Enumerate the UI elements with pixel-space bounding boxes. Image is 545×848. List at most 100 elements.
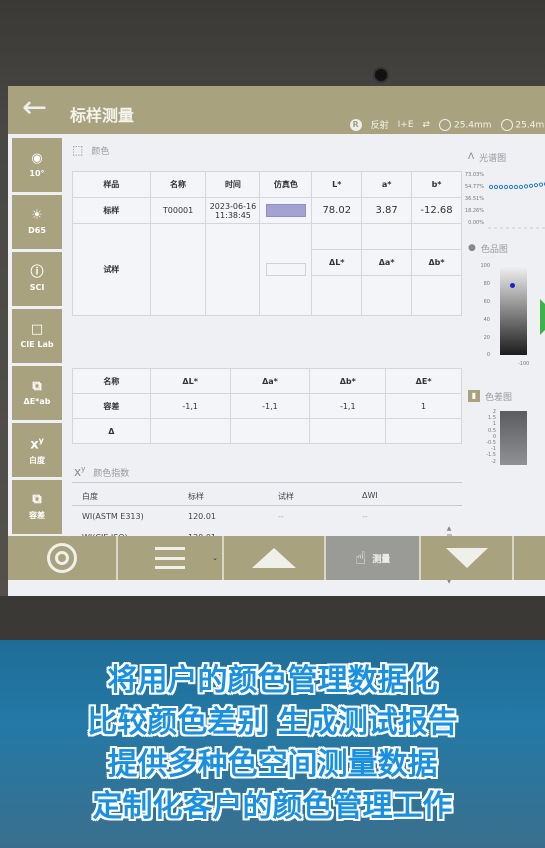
- header-cell: 时间: [205, 171, 261, 198]
- trial-row[interactable]: 试样: [72, 223, 462, 316]
- lightness-bar: [500, 265, 527, 355]
- arrow-down-icon: [445, 548, 488, 568]
- previous-button[interactable]: [224, 536, 325, 580]
- caption-line: 提供多种色空间测量数据: [107, 747, 438, 782]
- header-cell: 白度: [82, 492, 98, 501]
- spectrum-point: [533, 183, 539, 188]
- color-picker-icon: ⬚: [72, 143, 84, 157]
- color-picker-icon: □: [30, 322, 44, 337]
- tolerance-dE: 1: [385, 393, 462, 419]
- instrument-screen: ← 标样测量 R 反射 I+E ⇄ 25.4mm 25.4mm ◉ 10° ☀ D6…: [8, 86, 545, 596]
- tolerance-dL: -1,1: [149, 393, 231, 419]
- sidebar-item-delta-e[interactable]: ⧉ ΔE*ab: [12, 366, 62, 420]
- index-name: WI(ASTM E313): [82, 512, 144, 521]
- delta-row: Δ: [72, 418, 462, 444]
- spectrum-point: [523, 184, 529, 189]
- index-header-row: 白度 标样 试样 ΔWI: [72, 485, 462, 506]
- header-cell: 名称: [72, 368, 151, 394]
- standard-value: 120.01: [188, 512, 216, 521]
- compare-icon: ⧉: [32, 379, 42, 394]
- camera-lens: [373, 67, 389, 83]
- more-button[interactable]: [513, 536, 545, 580]
- spectrum-chart[interactable]: 73.03% 54.77% 36.51% 18.26% 0.00%: [465, 166, 545, 261]
- standard-row[interactable]: 标样 T00001 2023-06-16 11:38:45 78.02 3.87 …: [72, 197, 462, 224]
- sidebar-item-label: 白度: [29, 456, 45, 466]
- bottom-toolbar: ⌄ ☝ 测量: [8, 536, 545, 580]
- tolerance-row[interactable]: 容差 -1,1 -1,1 -1,1 1: [72, 393, 462, 419]
- sidebar-item-label: ΔE*ab: [23, 397, 51, 406]
- sample-timestamp: 2023-06-16 11:38:45: [205, 197, 261, 224]
- header-cell: ΔE*: [385, 368, 462, 394]
- menu-button[interactable]: ⌄: [117, 536, 223, 580]
- eye-icon: ◉: [31, 151, 43, 166]
- tolerance-table: 名称 ΔL* Δa* Δb* ΔE* 容差 -1,1 -1,1 -1,1 1 Δ: [72, 368, 462, 444]
- sidebar: ◉ 10° ☀ D65 ⓘ SCI □ CIE Lab ⧉ ΔE*ab xy 白度 ⧉ 容差: [12, 138, 66, 537]
- reflect-mode-label: 反射: [370, 121, 389, 131]
- trial-name: [149, 223, 207, 316]
- sidebar-item-observer[interactable]: ◉ 10°: [12, 138, 62, 192]
- spectrum-point: [513, 184, 519, 190]
- sample-time: 11:38:45: [214, 210, 251, 220]
- delta-b: [411, 275, 462, 316]
- gamut-chart[interactable]: 100 80 60 40 20 0 -100: [468, 257, 545, 387]
- index-row[interactable]: WI(ASTM E313) 120.01 -- --: [72, 506, 462, 527]
- light-bulb-icon: ☀: [31, 208, 43, 223]
- spec-mode-label: I+E: [397, 119, 414, 130]
- video-caption: 将用户的颜色管理数据化 比较颜色差别 生成测试报告 提供多种色空间测量数据 定制…: [0, 660, 545, 828]
- sidebar-item-color-space[interactable]: □ CIE Lab: [12, 309, 62, 363]
- sample-date: 2023-06-16: [209, 201, 257, 211]
- table-header-row: 样品 名称 时间 仿真色 L* a* b*: [72, 171, 462, 198]
- spectrum-point: [498, 184, 504, 190]
- spectrum-point: [518, 184, 524, 190]
- sidebar-item-label: D65: [28, 226, 46, 235]
- measure-label: 测量: [372, 554, 391, 565]
- color-section-header: ⬚ 颜色: [70, 140, 470, 160]
- scroll-up-icon[interactable]: ▲: [445, 525, 453, 532]
- caption-line: 将用户的颜色管理数据化: [107, 663, 438, 698]
- header-cell: 样品: [72, 171, 151, 198]
- aperture-icon: [439, 118, 452, 131]
- trial-L: [311, 223, 363, 250]
- reflect-mode-icon: R: [349, 118, 362, 131]
- sidebar-item-sci[interactable]: ⓘ SCI: [12, 252, 62, 306]
- spectrum-plot: [488, 182, 545, 229]
- spectrum-icon: Λ: [468, 152, 475, 162]
- simulated-color-swatch: [265, 204, 306, 217]
- sidebar-item-label: 容差: [29, 511, 45, 520]
- delta-a: [361, 275, 413, 316]
- swatch-cell: [259, 223, 313, 316]
- axis-tick: 40: [483, 317, 490, 323]
- tolerance-da: -1,1: [229, 393, 311, 419]
- bar-chart-icon: ▮: [468, 390, 480, 402]
- section-title: 颜色指数: [93, 468, 130, 479]
- header-cell: 仿真色: [259, 171, 313, 198]
- sidebar-item-illuminant[interactable]: ☀ D65: [12, 195, 62, 249]
- swatch-cell: [259, 197, 313, 224]
- spectrum-point: [503, 184, 509, 190]
- diff-chart[interactable]: 2 1.5 1 0.5 0 -0.5 -1 -1.5 -2: [468, 405, 545, 475]
- measure-button[interactable]: ☝ 测量: [326, 536, 420, 580]
- axis-tick: 100: [480, 263, 490, 269]
- header-cell: ΔWI: [362, 491, 378, 500]
- sidebar-item-label: SCI: [29, 283, 45, 292]
- sidebar-item-tolerance[interactable]: ⧉ 容差: [12, 480, 62, 534]
- next-button[interactable]: [421, 536, 512, 580]
- axis-tick: 20: [483, 335, 490, 341]
- header-cell: Δa*: [361, 249, 413, 276]
- delta-L-bar: [500, 411, 527, 465]
- trial-color-swatch: [265, 263, 306, 276]
- header-cell: Δb*: [411, 249, 462, 276]
- value-L: 78.02: [311, 197, 363, 224]
- charts-panel: Λ 光谱图 73.03% 54.77% 36.51% 18.26% 0.00% ●…: [465, 148, 545, 548]
- axis-tick: -2: [491, 458, 496, 465]
- trial-time: [205, 223, 261, 316]
- aperture-group: 25.4mm: [439, 118, 492, 131]
- sidebar-item-whiteness[interactable]: xy 白度: [12, 423, 62, 477]
- header-cell: 试样: [278, 492, 294, 501]
- section-title: 颜色: [91, 146, 110, 157]
- spectrum-point: [538, 182, 544, 187]
- delta-L: [311, 275, 363, 316]
- home-button[interactable]: [8, 536, 116, 580]
- touch-icon: ☝: [355, 547, 367, 569]
- back-arrow-icon[interactable]: ←: [22, 93, 54, 124]
